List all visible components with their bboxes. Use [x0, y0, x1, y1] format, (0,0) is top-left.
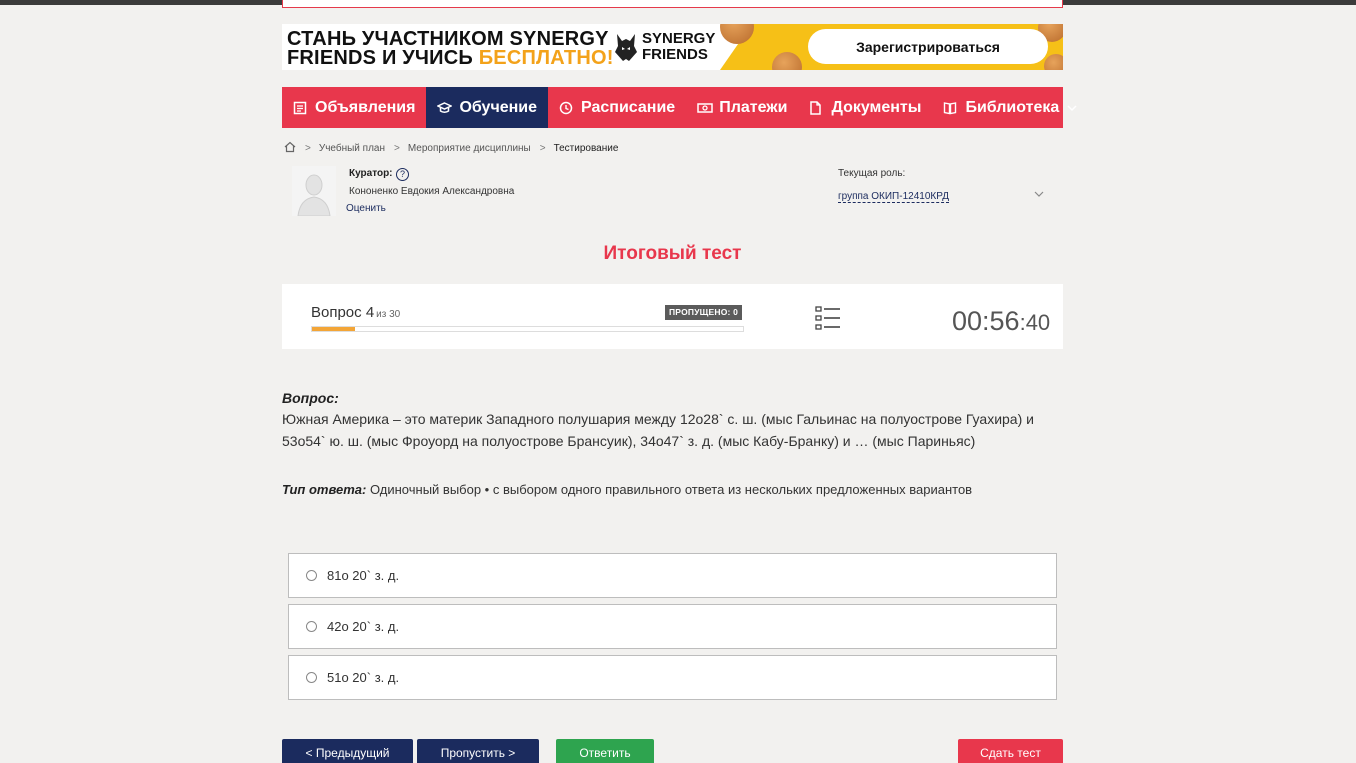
current-role-label: Текущая роль: [838, 168, 906, 179]
skipped-badge: ПРОПУЩЕНО: 0 [665, 305, 743, 320]
answer-option-label: 81о 20` з. д. [327, 568, 400, 583]
breadcrumb-discipline-event[interactable]: Мероприятие дисциплины [408, 143, 531, 154]
nav-label: Объявления [315, 98, 416, 116]
answer-type-label: Тип ответа: [282, 482, 367, 497]
register-button[interactable]: Зарегистрироваться [808, 29, 1048, 64]
previous-button[interactable]: < Предыдущий [282, 739, 413, 763]
current-role-select[interactable]: группа ОКИП-12410КРД [838, 191, 949, 203]
banner-free-highlight: БЕСПЛАТНО! [478, 47, 614, 69]
banner-line-2: FRIENDS И УЧИСЬ БЕСПЛАТНО! [287, 47, 614, 70]
home-icon[interactable] [284, 141, 296, 156]
radio-button[interactable] [306, 672, 317, 683]
question-label: Вопрос: [282, 390, 339, 406]
question-counter: Вопрос 4 из 30 [311, 304, 400, 321]
synergy-friends-logo: SYNERGY FRIENDS [614, 30, 715, 66]
answer-option-label: 42о 20` з. д. [327, 619, 400, 634]
rate-curator-link[interactable]: Оценить [346, 203, 386, 214]
nav-item-schedule[interactable]: Расписание [548, 87, 686, 128]
chevron-down-icon [1067, 104, 1077, 112]
page-title: Итоговый тест [603, 243, 742, 264]
logo-line-1: SYNERGY [642, 30, 716, 47]
nav-label: Платежи [719, 98, 788, 116]
timer-minutes: 00:56 [952, 306, 1020, 336]
book-icon [943, 101, 959, 115]
answer-button[interactable]: Ответить [556, 739, 654, 763]
finish-test-button[interactable]: Сдать тест [958, 739, 1063, 763]
breadcrumb-separator: > [305, 142, 311, 154]
answer-type-value: Одиночный выбор • с выбором одного прави… [366, 482, 973, 497]
clock-icon [559, 101, 575, 115]
progress-bar-fill [312, 327, 356, 331]
timer: 00:56:40 [952, 306, 1050, 337]
nav-item-documents[interactable]: Документы [798, 87, 932, 128]
breadcrumb-testing: Тестирование [553, 142, 619, 154]
promo-banner[interactable]: СТАНЬ УЧАСТНИКОМ SYNERGY FRIENDS И УЧИСЬ… [282, 24, 1063, 70]
test-progress-card: Вопрос 4 из 30 ПРОПУЩЕНО: 0 00:56:40 [282, 284, 1063, 349]
timer-seconds: :40 [1019, 310, 1051, 335]
question-total: из 30 [376, 309, 401, 320]
nav-label: Обучение [459, 98, 538, 116]
question-text: Южная Америка – это материк Западного по… [282, 411, 1034, 449]
nav-item-payments[interactable]: Платежи [686, 87, 798, 128]
breadcrumb: > Учебный план > Мероприятие дисциплины … [284, 141, 618, 155]
radio-button[interactable] [306, 621, 317, 632]
question-number: Вопрос 4 [311, 304, 375, 321]
answer-option[interactable]: 81о 20` з. д. [288, 553, 1057, 598]
breadcrumb-separator: > [539, 142, 546, 154]
banner-line-2-prefix: FRIENDS И УЧИСЬ [287, 47, 479, 69]
curator-avatar [292, 166, 336, 217]
curator-name: Кононенко Евдокия Александровна [349, 186, 515, 197]
answer-option-label: 51о 20` з. д. [327, 670, 400, 685]
curator-label: Куратор: [349, 168, 393, 179]
progress-bar [311, 326, 744, 332]
wolf-logo-icon [615, 34, 637, 61]
nav-label: Расписание [581, 98, 676, 116]
top-notice-box [282, 0, 1063, 8]
document-icon [809, 100, 825, 115]
nav-item-learning[interactable]: Обучение [426, 87, 549, 128]
nav-label: Библиотека [965, 98, 1060, 116]
nav-item-library[interactable]: Библиотека [932, 87, 1088, 128]
help-icon[interactable]: ? [396, 168, 409, 181]
answer-option[interactable]: 51о 20` з. д. [288, 655, 1057, 700]
skip-button[interactable]: Пропустить > [417, 739, 539, 763]
chevron-down-icon[interactable] [1033, 187, 1045, 205]
money-icon [697, 101, 713, 115]
radio-button[interactable] [306, 570, 317, 581]
answer-option[interactable]: 42о 20` з. д. [288, 604, 1057, 649]
question-list-icon[interactable] [815, 306, 841, 335]
graduation-cap-icon [437, 101, 453, 115]
answer-type: Тип ответа: Одиночный выбор • с выбором … [282, 482, 972, 497]
nav-label: Документы [831, 98, 922, 116]
breadcrumb-separator: > [394, 142, 400, 154]
announcement-icon [293, 101, 309, 115]
coin-decoration [1044, 54, 1063, 70]
main-nav: Объявления Обучение Расписание Платежи Д… [282, 87, 1077, 128]
breadcrumb-study-plan[interactable]: Учебный план [319, 143, 385, 154]
nav-item-announcements[interactable]: Объявления [282, 87, 426, 128]
logo-line-2: FRIENDS [642, 46, 708, 63]
